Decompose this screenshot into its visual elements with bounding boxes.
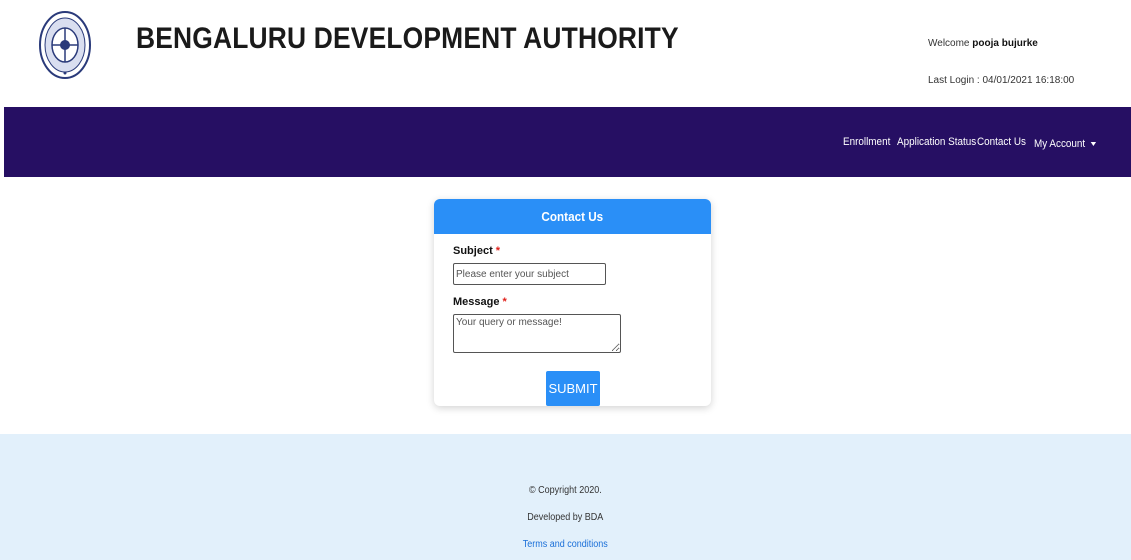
copyright-text: © Copyright 2020. [0,485,1131,496]
message-label: Message * [453,296,507,308]
contact-form-title-text: Contact Us [541,209,604,224]
last-login: Last Login : 04/01/2021 16:18:00 [928,75,1075,86]
subject-input[interactable] [453,263,606,285]
bda-logo-icon [39,11,91,79]
contact-form-title: Contact Us [434,199,711,234]
message-label-text: Message [453,296,500,308]
terms-container: Terms and conditions [0,539,1131,550]
page-footer: © Copyright 2020. Developed by BDA Terms… [0,434,1131,560]
developed-by-label: Developed by BDA [527,512,604,523]
nav-my-account[interactable]: My Account [1034,138,1096,150]
message-textarea[interactable] [453,314,621,353]
subject-label: Subject * [453,245,500,257]
my-account-label: My Account [1034,138,1086,150]
username: pooja bujurke [972,38,1038,49]
contact-form-card: Contact Us Subject* Message* SUBMIT [434,199,711,406]
caret-down-icon [1090,142,1096,147]
welcome-prefix: Welcome [928,38,970,49]
nav-contact-us[interactable]: Contact Us [977,136,1026,148]
submit-button[interactable]: SUBMIT [546,371,600,406]
nav-application-status[interactable]: Application Status [897,136,976,148]
terms-link[interactable]: Terms and conditions [523,539,608,550]
page-title: BENGALURU DEVELOPMENT AUTHORITY [136,22,679,55]
required-mark: * [502,296,507,308]
required-mark: * [495,245,501,257]
main-navbar: Enrollment Application Status Contact Us… [4,107,1131,177]
nav-enrollment[interactable]: Enrollment [843,136,890,148]
developed-by-text: Developed by BDA [0,512,1131,523]
page-header: BENGALURU DEVELOPMENT AUTHORITY Welcome … [0,0,1131,107]
welcome-text: Welcome pooja bujurke [928,38,1038,49]
copyright-label: © Copyright 2020. [529,485,602,496]
subject-label-text: Subject [453,245,493,257]
